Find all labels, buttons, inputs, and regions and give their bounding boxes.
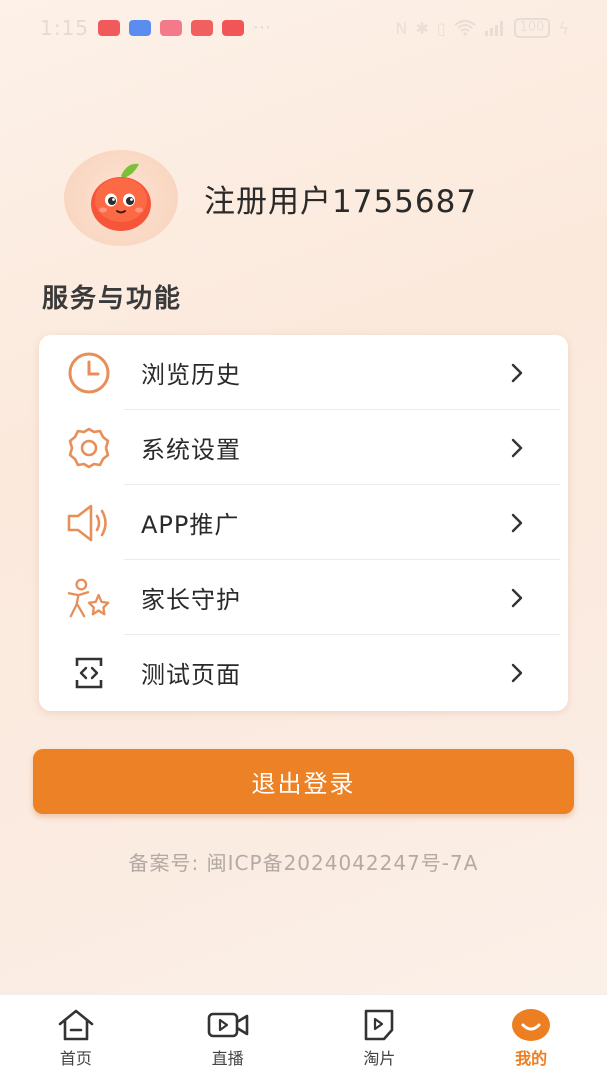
status-time: 1:15 — [40, 16, 89, 40]
signal-icon — [484, 21, 503, 36]
battery-icon: 100 — [513, 18, 551, 38]
bottom-tab-bar: 首页 直播 淘片 我的 — [0, 994, 607, 1080]
status-bar: 1:15 ··· N ✱ ▯ 100 ϟ — [0, 0, 607, 56]
tab-label: 直播 — [211, 1049, 244, 1068]
icp-record: 备案号: 闽ICP备2024042247号-7A — [128, 851, 479, 875]
more-notifications-icon: ··· — [252, 17, 272, 39]
avatar[interactable] — [64, 150, 178, 246]
notification-app-icon — [97, 20, 120, 36]
play-file-icon — [357, 1007, 401, 1043]
tab-live[interactable]: 直播 — [152, 995, 304, 1080]
tab-label: 首页 — [59, 1049, 92, 1068]
tab-label: 淘片 — [363, 1049, 396, 1068]
menu-item-test-page[interactable]: 测试页面 — [39, 635, 568, 710]
notification-app-icon — [159, 20, 182, 36]
vibrate-icon: ▯ — [436, 18, 446, 38]
family-icon — [65, 574, 113, 622]
tab-taopian[interactable]: 淘片 — [304, 995, 456, 1080]
charging-icon: ϟ — [558, 18, 569, 38]
status-left: 1:15 ··· — [40, 16, 271, 40]
home-icon — [54, 1007, 98, 1043]
orange-mascot-icon — [91, 163, 151, 231]
nfc-icon: N — [395, 18, 408, 38]
menu-item-parental-guard[interactable]: 家长守护 — [39, 560, 568, 635]
smile-icon — [509, 1007, 553, 1043]
tab-label: 我的 — [515, 1049, 548, 1068]
section-title: 服务与功能 — [42, 284, 183, 314]
service-menu-card: 浏览历史 系统设置 APP推广 家长守护 测试页面 — [39, 335, 568, 711]
chevron-right-icon — [508, 436, 526, 460]
code-icon — [65, 649, 113, 697]
menu-item-history[interactable]: 浏览历史 — [39, 335, 568, 410]
menu-item-label: 家长守护 — [141, 586, 241, 614]
bluetooth-icon: ✱ — [415, 18, 429, 38]
chevron-right-icon — [508, 661, 526, 685]
usb-icon — [128, 20, 151, 36]
wifi-icon — [453, 20, 476, 36]
menu-item-label: 浏览历史 — [141, 361, 241, 389]
gear-icon — [65, 424, 113, 472]
username: 注册用户1755687 — [204, 183, 478, 220]
notification-app-icon — [190, 20, 213, 36]
menu-item-label: 系统设置 — [141, 436, 241, 464]
notification-app-icon — [221, 20, 244, 36]
menu-item-settings[interactable]: 系统设置 — [39, 410, 568, 485]
chevron-right-icon — [508, 511, 526, 535]
menu-item-label: APP推广 — [141, 511, 240, 539]
chevron-right-icon — [508, 361, 526, 385]
video-icon — [206, 1007, 250, 1043]
tab-mine[interactable]: 我的 — [455, 995, 607, 1080]
profile-header[interactable]: 注册用户1755687 — [64, 150, 477, 246]
tab-home[interactable]: 首页 — [0, 995, 152, 1080]
status-right: N ✱ ▯ 100 ϟ — [395, 18, 569, 38]
menu-item-label: 测试页面 — [141, 661, 241, 689]
chevron-right-icon — [508, 586, 526, 610]
logout-button[interactable]: 退出登录 — [33, 749, 574, 814]
clock-icon — [65, 349, 113, 397]
speaker-icon — [65, 499, 113, 547]
menu-item-app-promotion[interactable]: APP推广 — [39, 485, 568, 560]
